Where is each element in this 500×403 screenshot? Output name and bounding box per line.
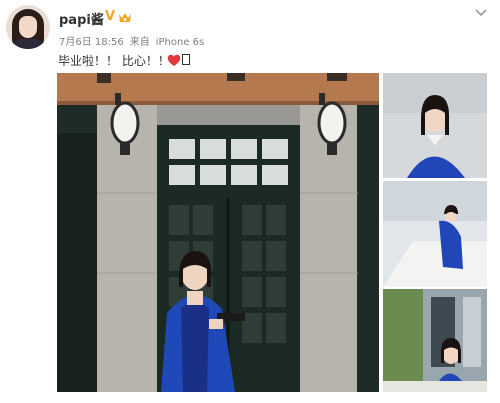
thumbnail-1[interactable] bbox=[383, 73, 487, 178]
post-text: 毕业啦！！ 比心！！ bbox=[58, 54, 170, 68]
missing-glyph-box bbox=[182, 54, 190, 65]
crown-icon[interactable] bbox=[118, 10, 132, 24]
username[interactable]: papi酱 bbox=[59, 9, 104, 28]
chevron-down-icon[interactable] bbox=[474, 8, 488, 18]
device-source[interactable]: iPhone 6s bbox=[156, 37, 205, 48]
heart-icon bbox=[167, 54, 181, 66]
verified-v-icon[interactable]: V bbox=[103, 10, 117, 24]
main-photo[interactable] bbox=[57, 73, 379, 392]
post-meta: 7月6日 18:56 来自 iPhone 6s bbox=[59, 33, 204, 48]
post-time[interactable]: 7月6日 18:56 bbox=[59, 37, 124, 48]
thumbnail-3[interactable] bbox=[383, 289, 487, 392]
source-prefix: 来自 bbox=[129, 37, 150, 48]
avatar[interactable] bbox=[6, 5, 50, 49]
thumbnail-2[interactable] bbox=[383, 181, 487, 287]
weibo-post: papi酱 V 7月6日 18:56 来自 iPhone 6s 毕业啦！！ 比心！！ bbox=[0, 0, 500, 403]
